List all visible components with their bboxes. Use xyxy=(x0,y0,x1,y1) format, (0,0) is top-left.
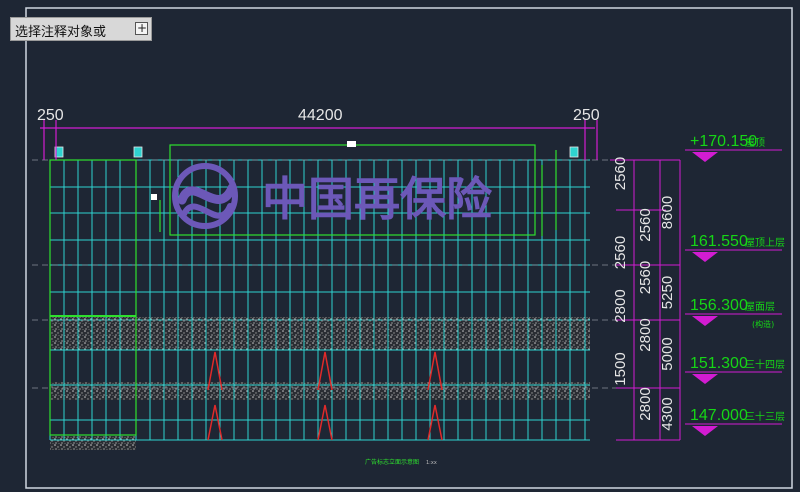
level-name: 屋顶上层 xyxy=(745,237,785,249)
right-dimension-label: 2560 xyxy=(612,236,629,269)
right-dimension-total: 5250 xyxy=(659,276,676,309)
level-marker: 147.000三十三层 xyxy=(685,407,785,436)
dim-top-left: 250 xyxy=(37,107,64,124)
right-dimension-label: 2800 xyxy=(637,387,654,420)
level-markers: +170.150屋顶161.550屋顶上层156.300屋面层151.300三十… xyxy=(685,133,785,436)
level-elevation: 161.550 xyxy=(690,233,748,250)
command-prompt-box: 选择注释对象或 + xyxy=(10,17,152,41)
column-marker-icon xyxy=(569,146,579,158)
right-dimension-label: 1500 xyxy=(612,352,629,385)
level-triangle-icon xyxy=(692,316,718,326)
column-markers xyxy=(54,146,579,158)
expand-button[interactable]: + xyxy=(135,21,148,35)
grip-icon xyxy=(347,141,356,147)
level-note: (构造) xyxy=(752,319,774,329)
plus-icon: + xyxy=(137,21,148,35)
china-re-logo xyxy=(172,163,238,229)
level-name: 屋面层 xyxy=(745,301,775,313)
level-triangle-icon xyxy=(692,152,718,162)
dim-top-right: 250 xyxy=(573,107,600,124)
right-dimension-total: 4300 xyxy=(659,397,676,430)
hatch-band-upper xyxy=(50,317,590,350)
top-dimension xyxy=(40,120,598,160)
right-dimension-total: 5000 xyxy=(659,337,676,370)
right-dimension-total: 8600 xyxy=(659,196,676,229)
right-dimension-label: 2800 xyxy=(612,289,629,322)
right-dimension-label: 2560 xyxy=(612,157,629,190)
right-dimension-label: 2560 xyxy=(637,261,654,294)
level-triangle-icon xyxy=(692,252,718,262)
level-triangle-icon xyxy=(692,374,718,384)
level-elevation: 147.000 xyxy=(690,407,748,424)
level-marker: 151.300三十四层 xyxy=(685,355,785,384)
level-elevation: 151.300 xyxy=(690,355,748,372)
level-name: 三十三层 xyxy=(745,410,785,423)
level-name: 屋顶 xyxy=(745,137,765,149)
viewport-frame xyxy=(25,7,793,489)
caption-scale: 1:xx xyxy=(426,460,437,466)
level-name: 三十四层 xyxy=(745,358,785,371)
watermark-text: 中国再保险 xyxy=(262,172,493,226)
cad-viewport[interactable]: { "prompt": { "text": "选择注释对象或", "expand… xyxy=(0,0,800,492)
command-prompt-text: 选择注释对象或 xyxy=(15,25,107,40)
bottom-caption: 广告标志立面示意图 xyxy=(365,458,419,466)
drawing-canvas[interactable]: 250 44200 250 中国再保险 2560 2560 2560 2560 2800… xyxy=(0,0,800,492)
level-marker: 161.550屋顶上层 xyxy=(685,233,785,262)
hatch-band-corner xyxy=(50,436,136,450)
grip-icon xyxy=(151,194,157,200)
right-dimension-label: 2560 xyxy=(637,208,654,241)
dim-top-middle: 44200 xyxy=(298,107,343,124)
level-triangle-icon xyxy=(692,426,718,436)
level-elevation: 156.300 xyxy=(690,297,748,314)
level-marker: +170.150屋顶 xyxy=(685,133,782,162)
column-marker-icon xyxy=(133,146,143,158)
right-dimension-label: 2800 xyxy=(637,318,654,351)
